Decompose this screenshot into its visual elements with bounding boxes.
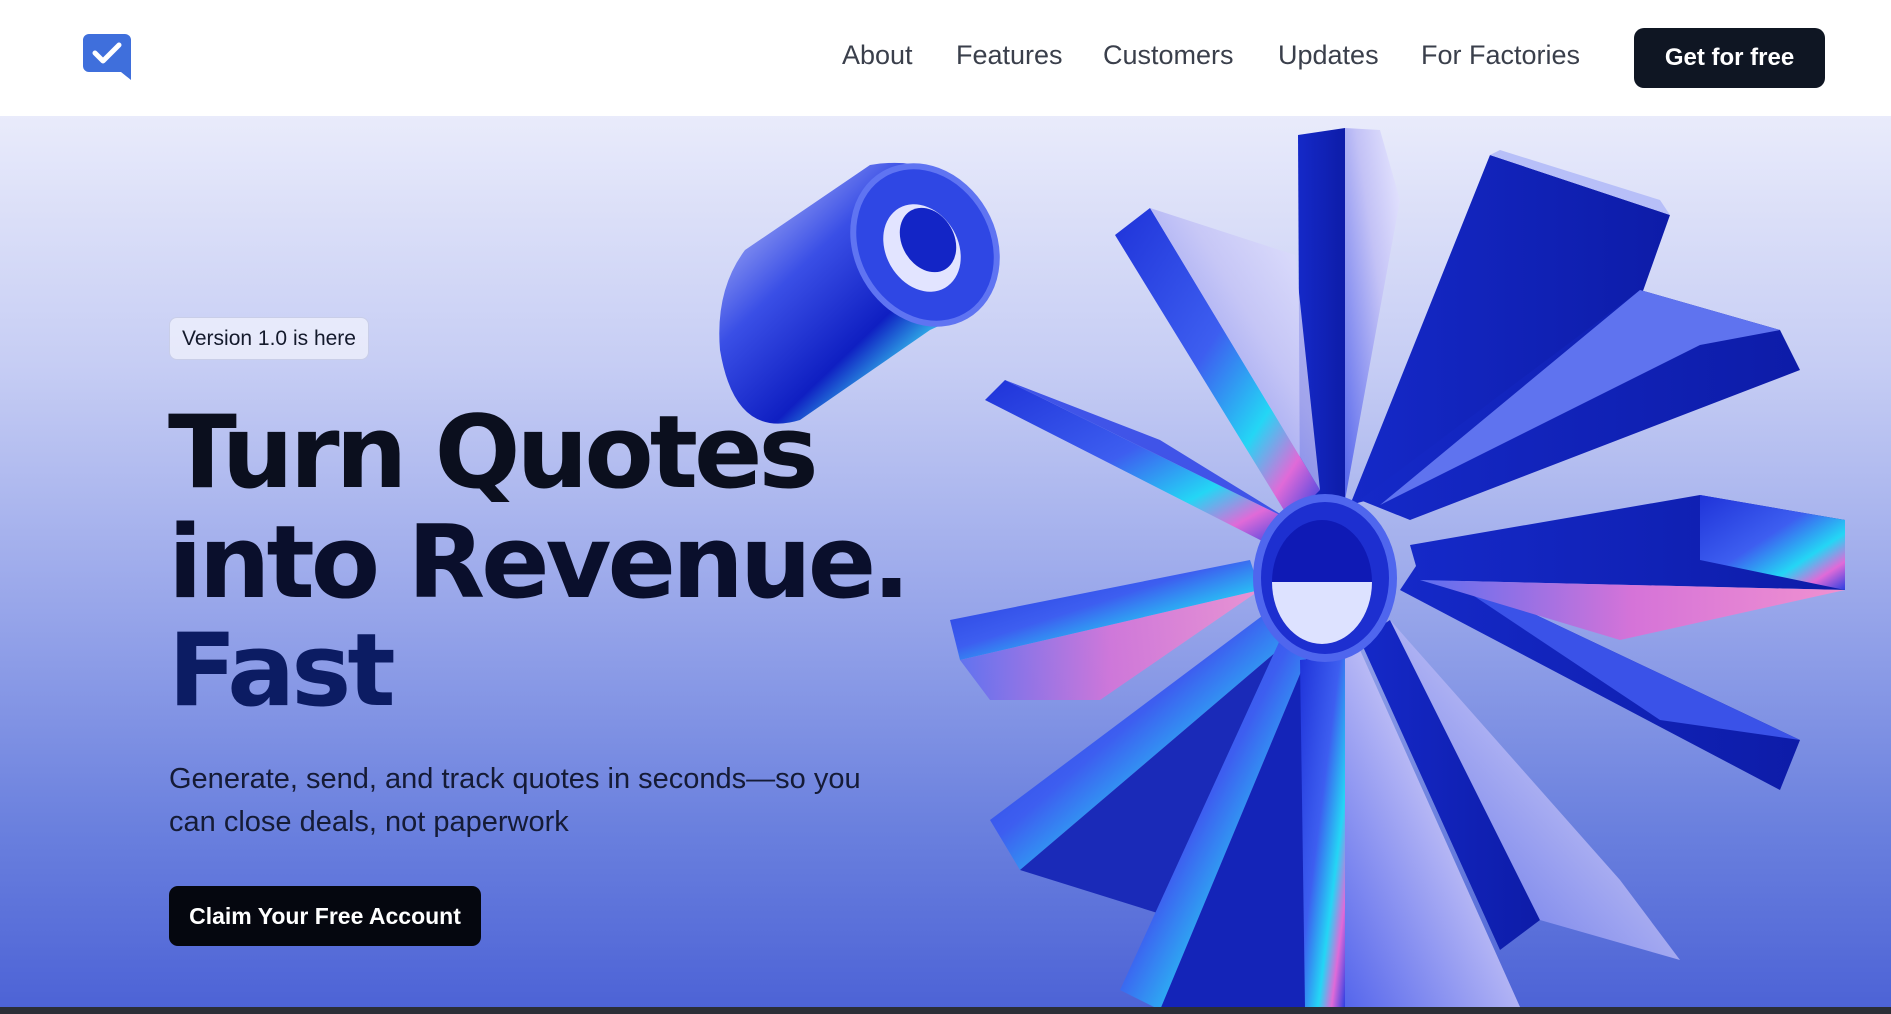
hero-subtext: Generate, send, and track quotes in seco… [169,763,861,838]
hero-headline-line-3: Fast [168,611,396,729]
hero-headline-line-2: into Revenue. [168,503,911,621]
version-badge: Version 1.0 is here [169,317,369,360]
nav-updates-link[interactable]: Updates [1278,40,1379,71]
nav-features-link[interactable]: Features [956,40,1063,71]
main-nav: About Features Customers Updates For Fac… [0,0,1891,116]
bottom-edge-bar [0,1007,1891,1014]
get-for-free-button[interactable]: Get for free [1634,28,1825,88]
hero-headline-line-1: Turn Quotes [168,393,819,511]
nav-about-link[interactable]: About [842,40,913,71]
nav-customers-link[interactable]: Customers [1103,40,1234,71]
nav-for-factories-link[interactable]: For Factories [1421,40,1580,71]
claim-free-account-button[interactable]: Claim Your Free Account [169,886,481,946]
site-header: About Features Customers Updates For Fac… [0,0,1891,116]
